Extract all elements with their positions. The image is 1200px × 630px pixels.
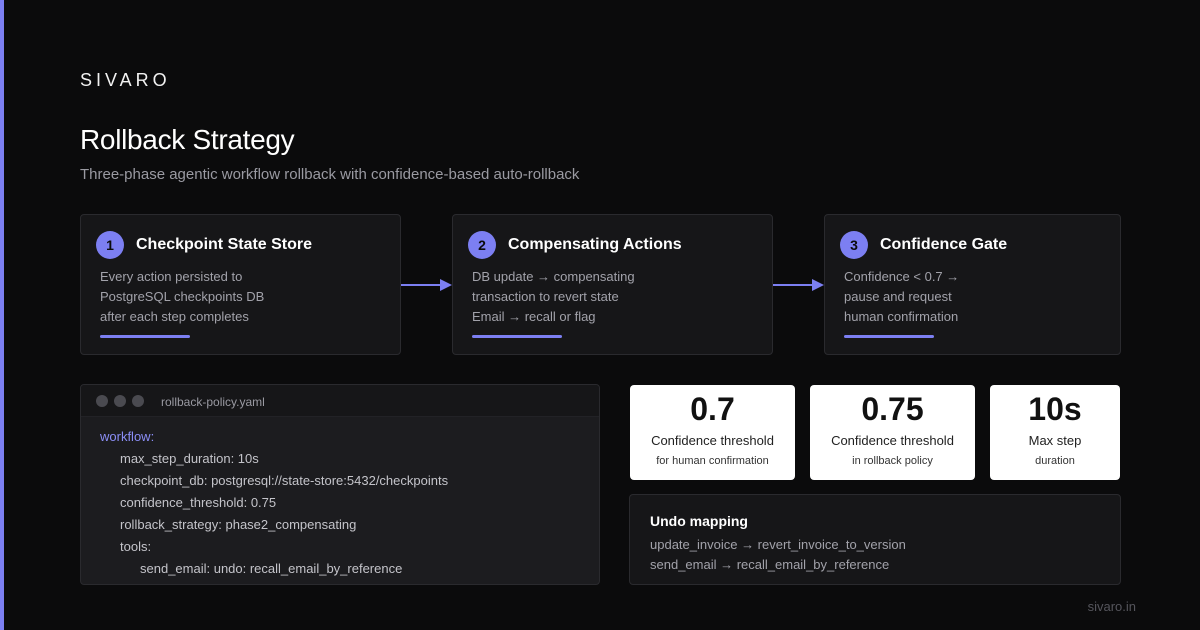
undo-mapping-title: Undo mapping <box>650 513 748 529</box>
phase-description-line: transaction to revert state <box>472 289 619 304</box>
stat-sublabel: in rollback policy <box>852 455 933 467</box>
phase-accent-bar <box>844 335 934 338</box>
phase-description-line: human confirmation <box>844 309 959 324</box>
arrow-right-icon <box>773 279 824 291</box>
code-line: tools: <box>120 539 152 554</box>
phase-title: Checkpoint State Store <box>136 236 313 253</box>
stat-card-policy-threshold: 0.75 Confidence threshold in rollback po… <box>810 385 975 480</box>
phase-accent-bar <box>472 335 562 338</box>
phase-description-line: DB update → compensating <box>472 269 635 284</box>
stat-sublabel: duration <box>1035 455 1075 467</box>
stat-value: 10s <box>1028 391 1082 427</box>
code-window: rollback-policy.yaml workflow: max_step_… <box>80 384 600 585</box>
stat-label: Confidence threshold <box>651 433 774 448</box>
code-line: rollback_strategy: phase2_compensating <box>120 517 357 532</box>
code-filename: rollback-policy.yaml <box>161 395 265 409</box>
phase-description-line: Confidence < 0.7 → <box>844 269 960 284</box>
phase-card-compensating: 2 Compensating Actions DB update → compe… <box>452 214 773 355</box>
window-dot-icon <box>114 395 126 407</box>
stat-value: 0.7 <box>690 391 735 427</box>
undo-mapping-card: Undo mapping update_invoice → revert_inv… <box>629 494 1121 585</box>
phase-description-line: after each step completes <box>100 309 249 324</box>
stat-sublabel: for human confirmation <box>656 455 769 467</box>
step-number-badge: 3 <box>840 231 868 259</box>
arrow-right-icon <box>401 279 452 291</box>
stat-label: Confidence threshold <box>831 433 954 448</box>
step-number-badge: 2 <box>468 231 496 259</box>
stat-card-human-threshold: 0.7 Confidence threshold for human confi… <box>630 385 795 480</box>
undo-mapping-line: update_invoice → revert_invoice_to_versi… <box>650 537 906 552</box>
code-line: send_email: undo: recall_email_by_refere… <box>140 561 403 576</box>
phase-title: Confidence Gate <box>880 236 1008 253</box>
code-line: workflow: <box>100 429 155 444</box>
page-title: Rollback Strategy <box>80 124 295 155</box>
phase-description-line: Every action persisted to <box>100 269 243 284</box>
phase-description-line: Email → recall or flag <box>472 309 596 324</box>
phase-description-line: pause and request <box>844 289 952 304</box>
accent-bar <box>0 0 4 630</box>
page-subtitle: Three-phase agentic workflow rollback wi… <box>80 166 580 183</box>
stat-label: Max step <box>1028 433 1082 448</box>
footer-url: sivaro.in <box>1087 599 1136 614</box>
brand-logo: SIVARO <box>80 70 171 90</box>
phase-title: Compensating Actions <box>508 236 682 253</box>
stat-card-max-step: 10s Max step duration <box>990 385 1120 480</box>
code-line: confidence_threshold: 0.75 <box>120 495 277 510</box>
code-line: max_step_duration: 10s <box>120 451 259 466</box>
phase-accent-bar <box>100 335 190 338</box>
window-dot-icon <box>96 395 108 407</box>
undo-mapping-line: send_email → recall_email_by_reference <box>650 557 890 572</box>
phase-description-line: PostgreSQL checkpoints DB <box>100 289 265 304</box>
window-dot-icon <box>132 395 144 407</box>
code-line: checkpoint_db: postgresql://state-store:… <box>120 473 449 488</box>
phase-card-checkpoint: 1 Checkpoint State Store Every action pe… <box>80 214 401 355</box>
stat-value: 0.75 <box>861 391 924 427</box>
code-window-titlebar: rollback-policy.yaml <box>81 385 599 417</box>
phase-card-confidence-gate: 3 Confidence Gate Confidence < 0.7 → pau… <box>824 214 1121 355</box>
step-number-badge: 1 <box>96 231 124 259</box>
